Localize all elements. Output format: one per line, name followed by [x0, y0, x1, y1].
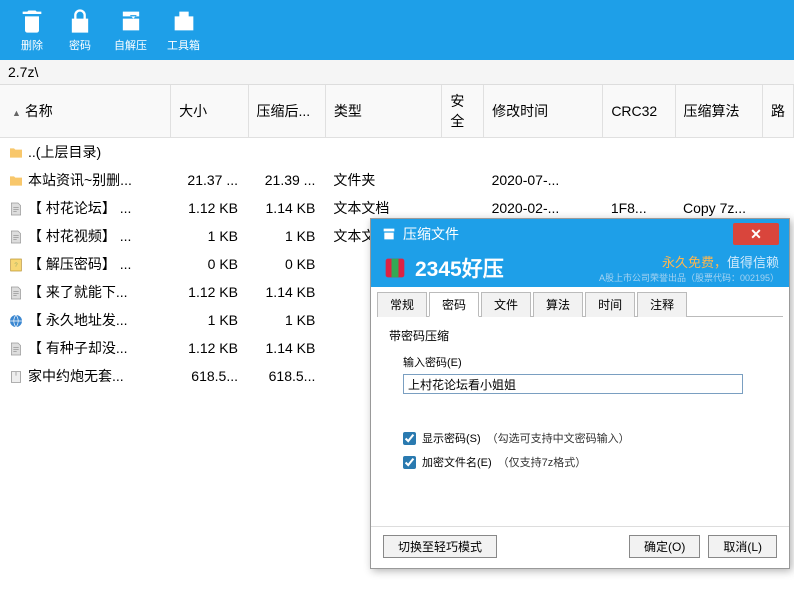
- ok-button[interactable]: 确定(O): [629, 535, 700, 558]
- password-tab-panel: 带密码压缩 输入密码(E) 显示密码(S) （勾选可支持中文密码输入） 加密文件…: [371, 317, 789, 482]
- chm-icon: ?: [8, 257, 24, 273]
- column-path[interactable]: 路: [762, 85, 793, 138]
- tab-3[interactable]: 算法: [533, 292, 583, 317]
- folder-icon: [8, 145, 24, 161]
- tab-5[interactable]: 注释: [637, 292, 687, 317]
- column-header-row: ▲ 名称 大小 压缩后... 类型 安全 修改时间 CRC32 压缩算法 路: [0, 85, 794, 138]
- toolbox-label: 工具箱: [167, 37, 200, 53]
- self-extract-label: 自解压: [114, 37, 147, 53]
- archive-icon: [381, 226, 397, 242]
- sfx-icon: [117, 7, 145, 35]
- zip-icon: [8, 369, 24, 385]
- table-row[interactable]: ..(上层目录): [0, 138, 794, 167]
- password-button[interactable]: 密码: [66, 7, 94, 53]
- lock-icon: [66, 7, 94, 35]
- dialog-tabs: 常规密码文件算法时间注释: [377, 291, 783, 317]
- column-algo[interactable]: 压缩算法: [675, 85, 762, 138]
- dialog-footer: 切换至轻巧模式 确定(O) 取消(L): [371, 526, 789, 568]
- switch-mode-button[interactable]: 切换至轻巧模式: [383, 535, 497, 558]
- dialog-banner: 2345好压 永久免费，值得信赖 A股上市公司荣誉出品（股票代码：002195）: [371, 249, 789, 287]
- column-packed[interactable]: 压缩后...: [248, 85, 325, 138]
- brand-logo: 2345好压: [381, 253, 504, 283]
- brand-slogan: 永久免费，值得信赖 A股上市公司荣誉出品（股票代码：002195）: [599, 252, 779, 284]
- main-toolbar: 删除 密码 自解压 工具箱: [0, 0, 794, 60]
- folder-icon: [8, 173, 24, 189]
- toolbox-icon: [170, 7, 198, 35]
- show-password-label: 显示密码(S): [422, 430, 481, 446]
- toolbox-button[interactable]: 工具箱: [167, 7, 200, 53]
- group-label: 带密码压缩: [389, 327, 771, 344]
- tab-4[interactable]: 时间: [585, 292, 635, 317]
- self-extract-button[interactable]: 自解压: [114, 7, 147, 53]
- path-bar[interactable]: 2.7z\: [0, 60, 794, 85]
- recycle-icon: [18, 7, 46, 35]
- txt-icon: [8, 285, 24, 301]
- encrypt-names-checkbox[interactable]: [403, 456, 416, 469]
- dialog-title: 压缩文件: [403, 224, 459, 244]
- table-row[interactable]: 本站资讯~别删...21.37 ...21.39 ...文件夹2020-07-.…: [0, 166, 794, 194]
- delete-button[interactable]: 删除: [18, 7, 46, 53]
- encrypt-names-hint: （仅支持7z格式）: [498, 454, 587, 470]
- tab-0[interactable]: 常规: [377, 292, 427, 317]
- txt-icon: [8, 341, 24, 357]
- tab-1[interactable]: 密码: [429, 292, 479, 317]
- logo-icon: [381, 254, 409, 282]
- show-password-hint: （勾选可支持中文密码输入）: [487, 430, 630, 446]
- compress-dialog: 压缩文件 ✕ 2345好压 永久免费，值得信赖 A股上市公司荣誉出品（股票代码：…: [370, 218, 790, 569]
- dialog-titlebar[interactable]: 压缩文件 ✕: [371, 219, 789, 249]
- column-safe[interactable]: 安全: [442, 85, 484, 138]
- txt-icon: [8, 201, 24, 217]
- password-input[interactable]: [403, 374, 743, 394]
- column-size[interactable]: 大小: [171, 85, 248, 138]
- show-password-checkbox[interactable]: [403, 432, 416, 445]
- password-field-label: 输入密码(E): [403, 354, 771, 370]
- cancel-button[interactable]: 取消(L): [708, 535, 777, 558]
- delete-label: 删除: [21, 37, 43, 53]
- column-type[interactable]: 类型: [325, 85, 442, 138]
- tab-2[interactable]: 文件: [481, 292, 531, 317]
- html-icon: [8, 313, 24, 329]
- encrypt-names-label: 加密文件名(E): [422, 454, 492, 470]
- column-crc[interactable]: CRC32: [603, 85, 675, 138]
- txt-icon: [8, 229, 24, 245]
- column-mtime[interactable]: 修改时间: [484, 85, 603, 138]
- password-label: 密码: [69, 37, 91, 53]
- column-name[interactable]: ▲ 名称: [0, 85, 171, 138]
- close-button[interactable]: ✕: [733, 223, 779, 245]
